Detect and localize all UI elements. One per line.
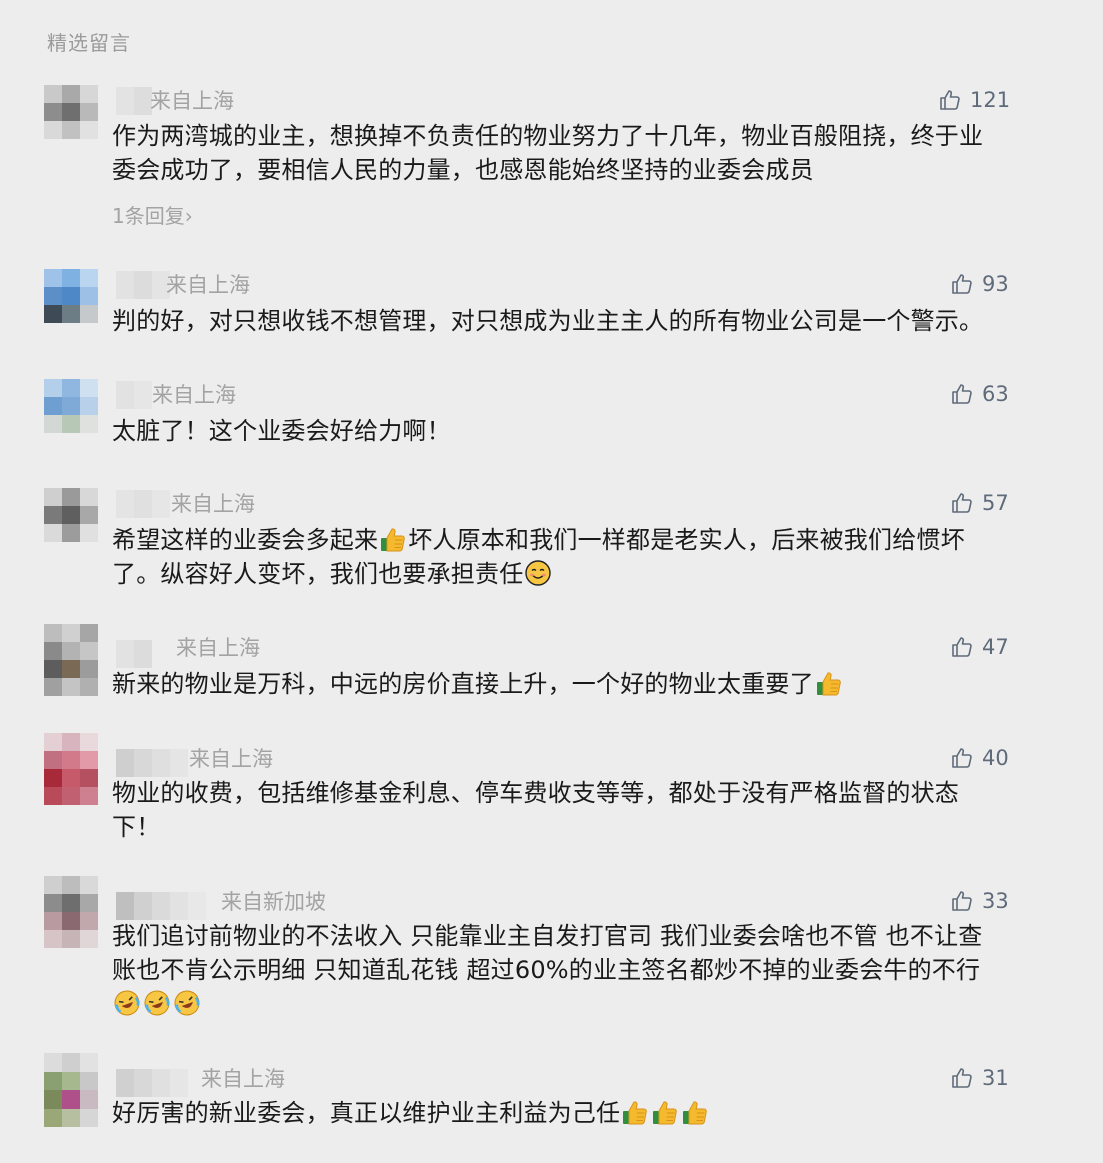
location-label: 来自新加坡 — [221, 890, 326, 914]
like-button[interactable]: 121 — [938, 85, 1010, 115]
like-count: 63 — [982, 382, 1009, 406]
user-name[interactable] — [116, 490, 170, 518]
thumbs-up-emoji-icon — [651, 1098, 679, 1126]
avatar[interactable] — [44, 624, 98, 696]
user-name[interactable] — [116, 892, 206, 920]
comment-text: 新来的物业是万科，中远的房价直接上升，一个好的物业太重要了 — [112, 667, 1012, 701]
like-button[interactable]: 47 — [950, 632, 1009, 662]
location-label: 来自上海 — [176, 636, 260, 660]
chevron-right-icon: › — [184, 204, 193, 228]
avatar[interactable] — [44, 876, 98, 948]
comment-text: 希望这样的业委会多起来 坏人原本和我们一样都是老实人，后来被我们给惯坏 了。纵容好… — [112, 525, 965, 588]
like-button[interactable]: 33 — [950, 886, 1009, 916]
smiling-face-emoji-icon — [524, 559, 552, 587]
user-name[interactable] — [116, 640, 152, 668]
avatar[interactable] — [44, 269, 98, 323]
like-count: 31 — [982, 1066, 1009, 1090]
thumbs-up-icon — [950, 272, 974, 296]
location-label: 来自上海 — [166, 273, 250, 297]
avatar[interactable] — [44, 733, 98, 805]
thumbs-up-icon — [950, 889, 974, 913]
user-name[interactable] — [116, 381, 152, 409]
thumbs-up-emoji-icon — [379, 525, 407, 553]
location-label: 来自上海 — [171, 492, 255, 516]
thumbs-up-emoji-icon — [815, 669, 843, 697]
thumbs-up-emoji-icon — [681, 1098, 709, 1126]
like-button[interactable]: 63 — [950, 379, 1009, 409]
rolling-laughing-emoji-icon — [113, 989, 141, 1017]
comment-text: 太脏了！这个业委会好给力啊！ — [112, 417, 451, 445]
avatar[interactable] — [44, 488, 98, 542]
like-button[interactable]: 93 — [950, 269, 1009, 299]
avatar[interactable] — [44, 379, 98, 433]
like-count: 33 — [982, 889, 1009, 913]
rolling-laughing-emoji-icon — [143, 989, 171, 1017]
like-count: 40 — [982, 746, 1009, 770]
reply-link[interactable]: 1条回复› — [112, 200, 193, 229]
user-name[interactable] — [116, 1069, 188, 1097]
like-button[interactable]: 57 — [950, 488, 1009, 518]
section-title: 精选留言 — [47, 31, 131, 55]
location-label: 来自上海 — [201, 1067, 285, 1091]
avatar[interactable] — [44, 85, 98, 139]
comment-text: 作为两湾城的业主，想换掉不负责任的物业努力了十几年，物业百般阻挠，终于业 委会成… — [112, 122, 984, 184]
like-button[interactable]: 40 — [950, 743, 1009, 773]
like-count: 93 — [982, 272, 1009, 296]
thumbs-up-icon — [950, 382, 974, 406]
location-label: 来自上海 — [150, 89, 234, 113]
user-name[interactable] — [116, 749, 188, 777]
like-count: 121 — [970, 88, 1011, 112]
like-count: 47 — [982, 635, 1009, 659]
user-name[interactable] — [116, 271, 170, 299]
thumbs-up-icon — [950, 491, 974, 515]
thumbs-up-icon — [950, 1066, 974, 1090]
rolling-laughing-emoji-icon — [173, 989, 201, 1017]
user-name[interactable] — [116, 87, 152, 115]
thumbs-up-emoji-icon — [621, 1098, 649, 1126]
like-button[interactable]: 31 — [950, 1063, 1009, 1093]
thumbs-up-icon — [950, 635, 974, 659]
like-count: 57 — [982, 491, 1009, 515]
avatar[interactable] — [44, 1053, 98, 1127]
thumbs-up-icon — [950, 746, 974, 770]
comment-text: 我们追讨前物业的不法收入 只能靠业主自发打官司 我们业委会啥也不管 也不让查 账… — [112, 919, 1012, 1021]
comment-text: 物业的收费，包括维修基金利息、停车费收支等等，都处于没有严格监督的状态 下！ — [112, 779, 959, 841]
location-label: 来自上海 — [152, 383, 236, 407]
thumbs-up-icon — [938, 88, 962, 112]
comment-text: 判的好，对只想收钱不想管理，对只想成为业主主人的所有物业公司是一个警示。 — [112, 307, 984, 335]
location-label: 来自上海 — [189, 747, 273, 771]
comment-text: 好厉害的新业委会，真正以维护业主利益为己任 — [112, 1096, 1012, 1130]
